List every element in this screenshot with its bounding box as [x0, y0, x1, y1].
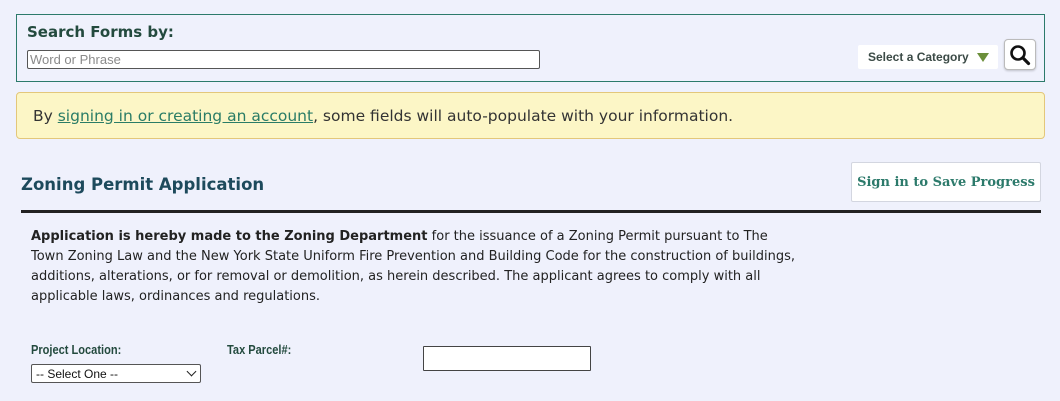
notice-suffix: , some fields will auto-populate with yo… [313, 106, 734, 125]
tax-parcel-label: Tax Parcel#: [227, 342, 292, 357]
category-dropdown[interactable]: Select a Category [858, 45, 998, 69]
tax-parcel-input[interactable] [423, 346, 591, 371]
intro-paragraph: Application is hereby made to the Zoning… [31, 227, 801, 307]
search-input[interactable] [27, 50, 540, 69]
project-location-value: -- Select One -- [36, 366, 119, 381]
save-progress-button[interactable]: Sign in to Save Progress [851, 162, 1041, 202]
page-title: Zoning Permit Application [21, 175, 265, 194]
notice-prefix: By [33, 106, 58, 125]
intro-bold-text: Application is hereby made to the Zoning… [31, 229, 428, 244]
header-divider [21, 210, 1041, 213]
triangle-down-icon [976, 52, 989, 62]
sign-in-link[interactable]: signing in or creating an account [58, 107, 313, 125]
chevron-down-icon [186, 366, 197, 377]
search-forms-panel: Search Forms by: Select a Category [16, 14, 1045, 82]
autopopulate-notice: By signing in or creating an account , s… [16, 92, 1045, 139]
search-button[interactable] [1004, 39, 1036, 70]
search-title: Search Forms by: [27, 23, 174, 41]
magnifier-icon [1010, 44, 1031, 65]
project-location-select[interactable]: -- Select One -- [31, 364, 201, 383]
category-dropdown-label: Select a Category [868, 50, 969, 64]
project-location-label: Project Location: [31, 342, 122, 357]
